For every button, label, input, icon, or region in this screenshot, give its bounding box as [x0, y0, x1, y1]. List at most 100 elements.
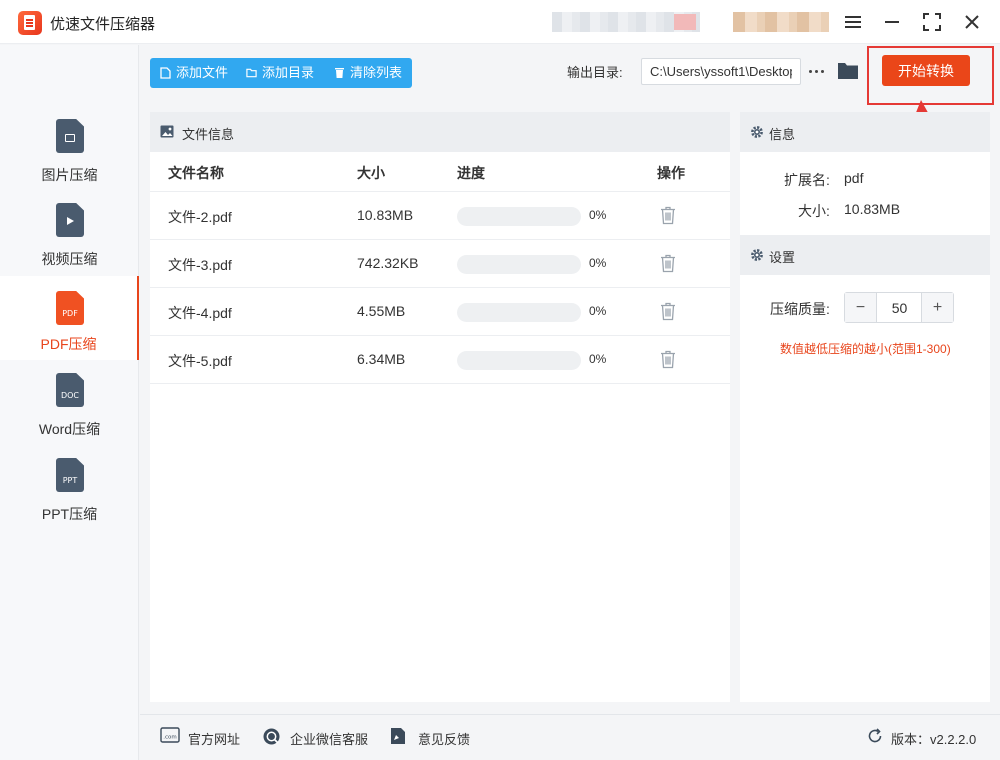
progress-bar	[457, 303, 581, 322]
sidebar-item-pdf[interactable]: PDF PDF压缩	[0, 276, 139, 360]
sidebar-item-word[interactable]: DOC Word压缩	[0, 365, 139, 449]
app-title: 优速文件压缩器	[50, 16, 156, 33]
blurred-account-info	[552, 12, 700, 32]
minimize-button[interactable]	[880, 10, 904, 34]
table-row[interactable]: 文件-5.pdf 6.34MB 0%	[150, 336, 730, 384]
info-settings-panel: 信息 扩展名: pdf 大小: 10.83MB 设置 压缩质量: − + 数值越…	[740, 112, 990, 702]
sidebar-item-label: 视频压缩	[41, 251, 98, 267]
footer: .com 官方网址 企业微信客服 意见反馈 版本：v2.2.2.0	[140, 714, 1000, 760]
maximize-button[interactable]	[920, 10, 944, 34]
quality-label: 压缩质量:	[770, 301, 830, 317]
decrease-button[interactable]: −	[845, 293, 877, 322]
start-convert-button[interactable]: 开始转换	[882, 55, 970, 86]
info-panel-header: 信息	[740, 112, 990, 152]
size-label: 大小:	[798, 203, 830, 219]
add-file-label: 添加文件	[176, 65, 229, 80]
column-header-action: 操作	[657, 165, 685, 181]
menu-button[interactable]	[841, 10, 865, 34]
column-header-size: 大小	[357, 165, 385, 181]
file-name: 文件-5.pdf	[168, 353, 232, 369]
file-name: 文件-4.pdf	[168, 305, 232, 321]
file-action-group: 添加文件 添加目录 清除列表	[150, 58, 412, 88]
more-icon-dot	[815, 70, 818, 73]
progress-bar	[457, 255, 581, 274]
file-size: 10.83MB	[357, 207, 414, 223]
gear-icon	[751, 126, 763, 138]
app-logo-icon	[18, 11, 42, 35]
file-list-panel: 文件信息 文件名称 大小 进度 操作 文件-2.pdf 10.83MB 0% 文…	[150, 112, 730, 702]
sidebar-item-ppt[interactable]: PPT PPT压缩	[0, 450, 139, 534]
quality-input[interactable]	[878, 293, 921, 322]
output-dir-input[interactable]	[641, 58, 801, 85]
more-icon	[809, 70, 812, 73]
progress-text: 0%	[589, 256, 607, 270]
image-file-icon	[56, 119, 84, 153]
maximize-icon	[923, 13, 941, 31]
table-row[interactable]: 文件-3.pdf 742.32KB 0%	[150, 240, 730, 288]
more-icon-dot	[821, 70, 824, 73]
column-header-name: 文件名称	[168, 165, 224, 181]
progress-bar	[457, 351, 581, 370]
sidebar-item-label: PDF压缩	[40, 336, 97, 352]
feedback-link[interactable]: 意见反馈	[390, 728, 471, 748]
svg-text:.com: .com	[163, 735, 177, 741]
blurred-user-avatar	[733, 12, 829, 32]
close-icon	[965, 15, 979, 29]
menu-icon-line	[845, 21, 861, 23]
clear-list-button[interactable]: 清除列表	[334, 58, 402, 88]
progress-text: 0%	[589, 304, 607, 318]
delete-trash-icon[interactable]	[660, 350, 676, 369]
delete-trash-icon[interactable]	[660, 302, 676, 321]
sidebar-item-video[interactable]: 视频压缩	[0, 195, 139, 279]
image-icon	[160, 125, 174, 138]
more-options-button[interactable]	[808, 62, 826, 80]
video-file-icon	[56, 203, 84, 237]
increase-button[interactable]: +	[921, 293, 953, 322]
doc-file-icon: DOC	[56, 373, 84, 407]
title-bar: 优速文件压缩器	[0, 0, 1000, 44]
menu-icon	[845, 16, 861, 18]
version-label: 版本：v2.2.2.0	[891, 732, 977, 747]
add-folder-label: 添加目录	[262, 65, 315, 80]
file-name: 文件-2.pdf	[168, 209, 232, 225]
sidebar: 图片压缩 视频压缩 PDF PDF压缩 DOC Word压缩 PPT PPT压缩	[0, 45, 139, 760]
settings-panel-header: 设置	[740, 235, 990, 275]
column-header-progress: 进度	[457, 165, 485, 181]
wechat-icon	[263, 728, 280, 745]
extension-label: 扩展名:	[784, 172, 830, 188]
info-panel-title: 信息	[769, 127, 796, 142]
refresh-icon	[868, 728, 882, 743]
size-value: 10.83MB	[844, 201, 901, 217]
feedback-icon	[391, 728, 405, 744]
progress-text: 0%	[589, 208, 607, 222]
open-folder-button[interactable]	[837, 61, 859, 81]
wechat-service-link[interactable]: 企业微信客服	[262, 728, 369, 748]
website-link[interactable]: .com 官方网址	[160, 727, 241, 748]
delete-trash-icon[interactable]	[660, 254, 676, 273]
folder-icon	[838, 63, 858, 79]
extension-value: pdf	[844, 170, 864, 186]
add-folder-button[interactable]: 添加目录	[246, 58, 314, 88]
file-icon	[160, 67, 171, 79]
version-info: 版本：v2.2.2.0	[867, 728, 977, 748]
table-row[interactable]: 文件-4.pdf 4.55MB 0%	[150, 288, 730, 336]
file-panel-header: 文件信息	[150, 112, 730, 152]
website-icon: .com	[160, 727, 180, 743]
gear-icon	[751, 249, 763, 261]
sidebar-item-label: 图片压缩	[41, 167, 98, 183]
close-button[interactable]	[960, 10, 984, 34]
table-header: 文件名称 大小 进度 操作	[150, 152, 730, 192]
table-row[interactable]: 文件-2.pdf 10.83MB 0%	[150, 192, 730, 240]
delete-trash-icon[interactable]	[660, 206, 676, 225]
website-label: 官方网址	[188, 732, 241, 747]
quality-stepper: − +	[844, 292, 954, 323]
feedback-label: 意见反馈	[418, 732, 471, 747]
quality-hint: 数值越低压缩的越小(范围1-300)	[780, 342, 951, 356]
sidebar-item-image[interactable]: 图片压缩	[0, 111, 139, 195]
add-file-button[interactable]: 添加文件	[160, 58, 228, 88]
settings-panel-title: 设置	[769, 250, 796, 265]
output-dir-label: 输出目录:	[567, 65, 623, 80]
wechat-label: 企业微信客服	[290, 732, 369, 747]
file-size: 6.34MB	[357, 351, 406, 367]
trash-icon	[335, 68, 344, 78]
